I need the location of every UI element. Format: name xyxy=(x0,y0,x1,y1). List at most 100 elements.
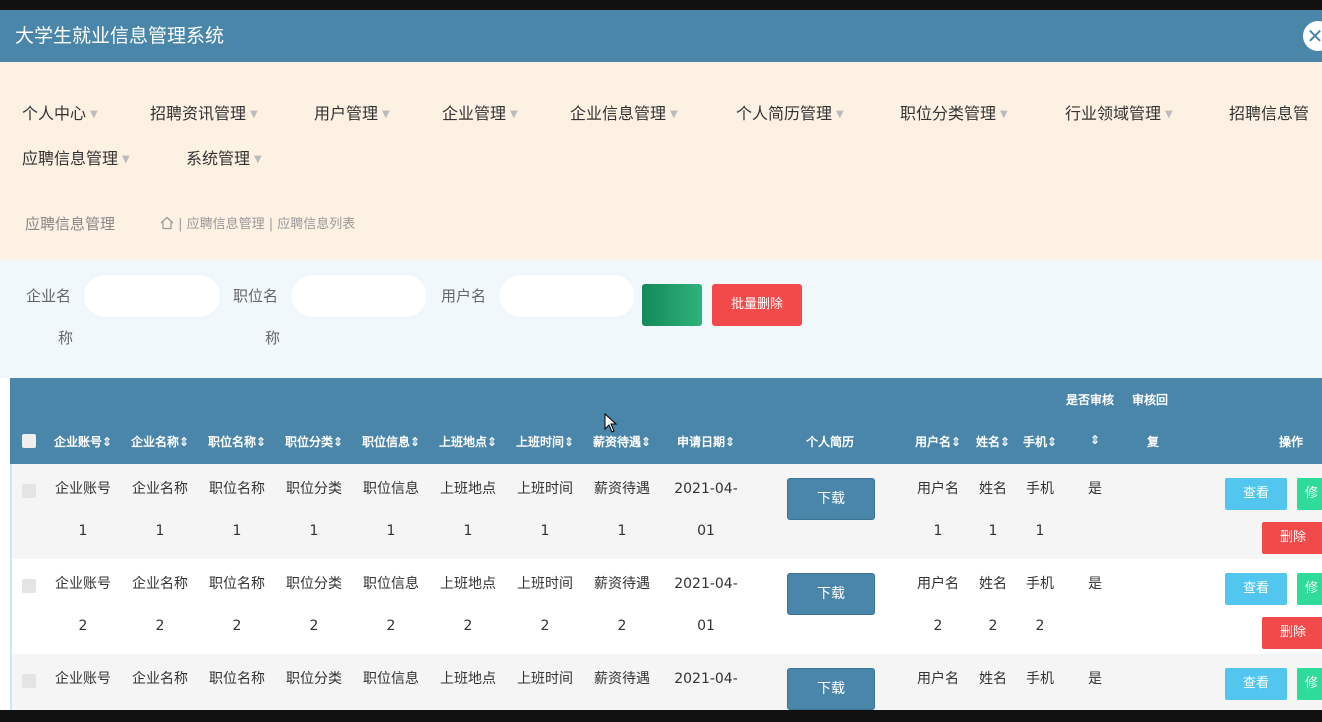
sort-icon[interactable]: ⇕ xyxy=(102,435,112,449)
row-checkbox[interactable] xyxy=(22,484,36,498)
chevron-down-icon: ▼ xyxy=(382,108,390,120)
table-cell: 职位分类 1 xyxy=(286,481,342,539)
sort-icon[interactable]: ⇕ xyxy=(487,435,497,449)
table-cell: 职位分类 2 xyxy=(286,576,342,634)
nav-item-row1-7[interactable]: 行业领域管理 ▼ xyxy=(1065,104,1173,125)
column-header-4[interactable]: 职位信息⇕ xyxy=(359,433,423,450)
search-button[interactable] xyxy=(642,284,702,326)
nav-item-label: 企业管理 xyxy=(442,104,507,123)
column-header-9[interactable]: 个人简历 xyxy=(798,433,862,450)
column-header-8[interactable]: 申请日期⇕ xyxy=(674,433,738,450)
row-checkbox[interactable] xyxy=(22,579,36,593)
download-resume-button[interactable]: 下载 xyxy=(788,574,874,614)
app-title: 大学生就业信息管理系统 xyxy=(15,25,225,47)
view-button[interactable]: 查看 xyxy=(1225,668,1287,700)
table-row: 企业账号3 企业名称3 职位名称3 职位分类3 职位信息3 上班地点3 上班时间3 薪资待遇3… xyxy=(10,654,1322,710)
view-button[interactable]: 查看 xyxy=(1225,573,1287,605)
username-input[interactable] xyxy=(499,275,635,317)
sort-icon[interactable]: ⇕ xyxy=(179,435,189,449)
download-resume-button[interactable]: 下载 xyxy=(788,479,874,519)
column-header-2[interactable]: 职位名称⇕ xyxy=(205,433,269,450)
breadcrumb-section: 应聘信息管理 xyxy=(25,215,116,233)
sort-icon[interactable]: ⇕ xyxy=(1047,435,1057,449)
sort-icon[interactable]: ⇕ xyxy=(641,435,651,449)
column-header-5[interactable]: 上班地点⇕ xyxy=(436,433,500,450)
sort-icon[interactable]: ⇕ xyxy=(564,435,574,449)
table-cell: 职位名称3 xyxy=(209,671,265,687)
close-icon[interactable]: ✕ xyxy=(1303,21,1322,51)
mouse-cursor-icon xyxy=(604,413,618,433)
table-cell: 企业名称 2 xyxy=(132,576,188,634)
nav-item-label: 行业领域管理 xyxy=(1065,104,1162,123)
home-icon[interactable] xyxy=(160,216,174,230)
row-checkbox[interactable] xyxy=(22,674,36,688)
column-header-13[interactable]: 复 xyxy=(1121,433,1185,450)
nav-item-row2-1[interactable]: 系统管理 ▼ xyxy=(186,149,262,170)
chevron-down-icon: ▼ xyxy=(510,108,518,120)
chevron-down-icon: ▼ xyxy=(90,108,98,120)
column-header-7[interactable]: 薪资待遇⇕ xyxy=(590,433,654,450)
table-cell: 手机 2 xyxy=(1026,576,1054,634)
nav-item-label: 用户管理 xyxy=(314,104,379,123)
table-row: 企业账号 2 企业名称 2 职位名称 2 职位分类 2 职位信息 2 上班地点 2 上班时间 2 薪资待遇 2… xyxy=(10,559,1322,654)
nav-item-label: 招聘信息管 xyxy=(1229,104,1310,123)
table-cell: 上班地点 2 xyxy=(440,576,496,634)
view-button[interactable]: 查看 xyxy=(1225,478,1287,510)
column-header-top-0: 是否审核 xyxy=(1066,393,1115,407)
table-cell: 2021-04-01 xyxy=(674,481,738,539)
select-all-checkbox[interactable] xyxy=(22,434,36,448)
breadcrumb-path-text: | 应聘信息管理 | 应聘信息列表 xyxy=(178,217,356,232)
table-cell: 上班地点3 xyxy=(440,671,496,687)
company-name-input[interactable] xyxy=(84,275,220,317)
position-name-label: 职位名称 xyxy=(233,287,281,347)
table-cell: 职位名称 2 xyxy=(209,576,265,634)
table-cell: 企业账号 2 xyxy=(55,576,111,634)
sort-icon[interactable]: ⇕ xyxy=(256,435,266,449)
nav-item-row1-1[interactable]: 招聘资讯管理 ▼ xyxy=(150,104,258,125)
username-label: 用户名 xyxy=(441,287,487,305)
sort-icon[interactable]: ⇕ xyxy=(333,435,343,449)
batch-delete-button[interactable]: 批量删除 xyxy=(712,284,802,326)
nav-item-row1-0[interactable]: 个人中心 ▼ xyxy=(22,104,98,125)
column-header-3[interactable]: 职位分类⇕ xyxy=(282,433,346,450)
edit-button[interactable]: 修 xyxy=(1297,478,1322,510)
nav-item-row1-5[interactable]: 个人简历管理 ▼ xyxy=(736,104,844,125)
table-cell: 薪资待遇 2 xyxy=(594,576,650,634)
download-resume-button[interactable]: 下载 xyxy=(788,669,874,709)
nav-item-row2-0[interactable]: 应聘信息管理 ▼ xyxy=(22,149,130,170)
table-cell: 企业账号 1 xyxy=(55,481,111,539)
table-cell: 薪资待遇3 xyxy=(594,671,650,687)
nav-item-row1-4[interactable]: 企业信息管理 ▼ xyxy=(570,104,678,125)
column-header-1[interactable]: 企业名称⇕ xyxy=(128,433,192,450)
sort-icon[interactable]: ⇕ xyxy=(951,435,961,449)
table-left-border xyxy=(10,464,12,710)
sort-icon[interactable]: ⇕ xyxy=(725,435,735,449)
table-cell: 2021-04-01 xyxy=(674,576,738,634)
column-header-0[interactable]: 企业账号⇕ xyxy=(51,433,115,450)
breadcrumb: 应聘信息管理 | 应聘信息管理 | 应聘信息列表 xyxy=(0,190,1322,260)
nav-item-row1-8[interactable]: 招聘信息管 xyxy=(1229,104,1309,124)
position-name-input[interactable] xyxy=(291,275,427,317)
delete-button[interactable]: 删除 xyxy=(1262,617,1322,649)
column-header-6[interactable]: 上班时间⇕ xyxy=(513,433,577,450)
column-header-14[interactable]: 操作 xyxy=(1259,433,1322,450)
breadcrumb-path: | 应聘信息管理 | 应聘信息列表 xyxy=(160,213,355,232)
nav-item-label: 个人简历管理 xyxy=(736,104,833,123)
edit-button[interactable]: 修 xyxy=(1297,573,1322,605)
table-cell: 手机3 xyxy=(1026,671,1054,687)
nav-item-row1-2[interactable]: 用户管理 ▼ xyxy=(314,104,390,125)
table-header: 企业账号⇕ 企业名称⇕ 职位名称⇕ 职位分类⇕ 职位信息⇕ 上班地点⇕ 上班时间⇕ 薪资待遇⇕… xyxy=(10,378,1322,464)
chevron-down-icon: ▼ xyxy=(836,108,844,120)
application-table: 企业账号⇕ 企业名称⇕ 职位名称⇕ 职位分类⇕ 职位信息⇕ 上班地点⇕ 上班时间⇕ 薪资待遇⇕… xyxy=(10,378,1322,710)
edit-button[interactable]: 修 xyxy=(1297,668,1322,700)
chevron-down-icon: ▼ xyxy=(254,153,262,165)
sort-icon[interactable]: ⇕ xyxy=(410,435,420,449)
sort-icon[interactable]: ⇕ xyxy=(1090,433,1100,447)
audit-status: 是 xyxy=(1088,481,1102,497)
nav-item-row1-3[interactable]: 企业管理 ▼ xyxy=(442,104,518,125)
delete-button[interactable]: 删除 xyxy=(1262,522,1322,554)
nav-item-row1-6[interactable]: 职位分类管理 ▼ xyxy=(900,104,1008,125)
chevron-down-icon: ▼ xyxy=(670,108,678,120)
chevron-down-icon: ▼ xyxy=(250,108,258,120)
column-header-12[interactable]: 手机⇕ xyxy=(1008,433,1072,450)
